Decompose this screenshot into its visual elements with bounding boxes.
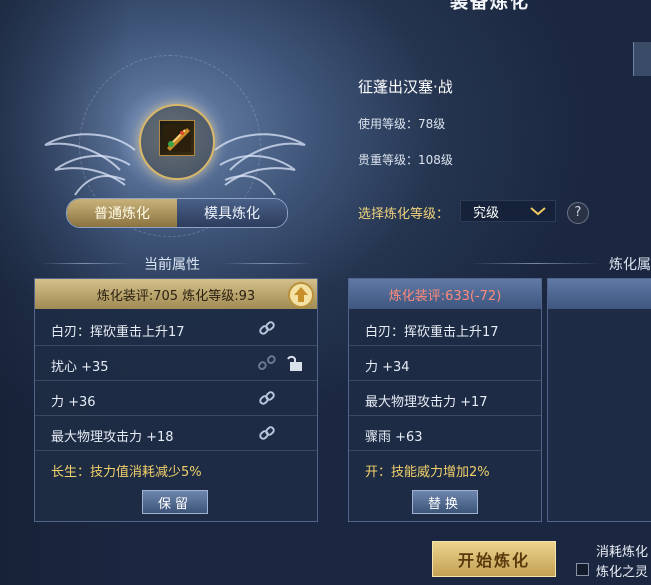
refined-attr-row: 力 +34 xyxy=(365,360,410,375)
divider xyxy=(35,450,317,451)
current-attr-row: 扰心 +35 xyxy=(51,360,109,375)
current-attr-row: 最大物理攻击力 +18 xyxy=(51,430,174,445)
divider xyxy=(40,263,130,264)
refine-spirit-label: 炼化之灵 xyxy=(596,565,649,580)
divider xyxy=(35,380,317,381)
refined-attr-row: 骤雨 +63 xyxy=(365,430,423,445)
divider xyxy=(349,380,541,381)
link-icon[interactable] xyxy=(258,424,276,442)
equipment-name: 征蓬出汉塞·战 xyxy=(358,78,453,96)
start-refine-button[interactable]: 开始炼化 xyxy=(432,541,556,577)
refined-attr-row: 最大物理攻击力 +17 xyxy=(365,395,488,410)
window-title: 装备炼化 xyxy=(450,0,530,13)
consume-label: 消耗炼化 xyxy=(596,545,649,560)
equipment-icon xyxy=(163,124,191,152)
tab-mold-refine[interactable]: 模具炼化 xyxy=(177,199,287,227)
refine-level-value: 究级 xyxy=(473,205,500,221)
link-icon[interactable] xyxy=(258,389,276,407)
extra-attributes-panel xyxy=(547,278,651,522)
help-button[interactable]: ? xyxy=(567,202,589,224)
equipment-slot[interactable] xyxy=(159,120,195,156)
refined-attributes-panel: 炼化装评:633(-72) 白刃：挥砍重击上升17 力 +34 最大物理攻击力 … xyxy=(348,278,542,522)
divider xyxy=(35,415,317,416)
refined-attr-row: 白刃：挥砍重击上升17 xyxy=(365,325,499,340)
divider xyxy=(222,263,312,264)
current-attributes-header: 当前属性 xyxy=(144,257,200,273)
value-level: 贵重等级：108级 xyxy=(358,153,453,167)
refine-spirit-checkbox[interactable] xyxy=(576,563,589,576)
broken-link-icon[interactable] xyxy=(258,354,276,372)
extra-panel-title xyxy=(548,279,651,309)
divider xyxy=(35,345,317,346)
unlock-icon[interactable] xyxy=(285,353,305,373)
chevron-down-icon xyxy=(530,207,546,216)
current-attributes-panel: 炼化装评:705 炼化等级:93 白刃：挥砍重击上升17 扰心 +35 力 +3… xyxy=(34,278,318,522)
keep-button[interactable]: 保留 xyxy=(142,490,208,514)
replace-button[interactable]: 替换 xyxy=(412,490,478,514)
use-level: 使用等级：78级 xyxy=(358,117,446,131)
refine-mode-tabs: 普通炼化 模具炼化 xyxy=(66,198,288,228)
refined-panel-title: 炼化装评:633(-72) xyxy=(349,279,541,309)
current-special-attr-row: 长生：技力值消耗减少5% xyxy=(51,465,202,480)
link-icon[interactable] xyxy=(258,319,276,337)
refined-special-attr-row: 开：技能威力增加2% xyxy=(365,465,490,480)
divider xyxy=(349,345,541,346)
side-tab-edge[interactable] xyxy=(633,42,651,76)
current-attr-row: 力 +36 xyxy=(51,395,96,410)
refined-attributes-header: 炼化属 xyxy=(609,257,651,273)
refine-level-label: 选择炼化等级： xyxy=(358,207,450,222)
divider xyxy=(349,450,541,451)
divider xyxy=(349,415,541,416)
divider xyxy=(470,263,600,264)
current-attr-row: 白刃：挥砍重击上升17 xyxy=(51,325,185,340)
tab-normal-refine[interactable]: 普通炼化 xyxy=(67,199,177,227)
upgrade-arrow-icon[interactable] xyxy=(287,281,315,309)
current-panel-title: 炼化装评:705 炼化等级:93 xyxy=(35,279,317,309)
refine-level-select[interactable]: 究级 xyxy=(460,200,556,222)
